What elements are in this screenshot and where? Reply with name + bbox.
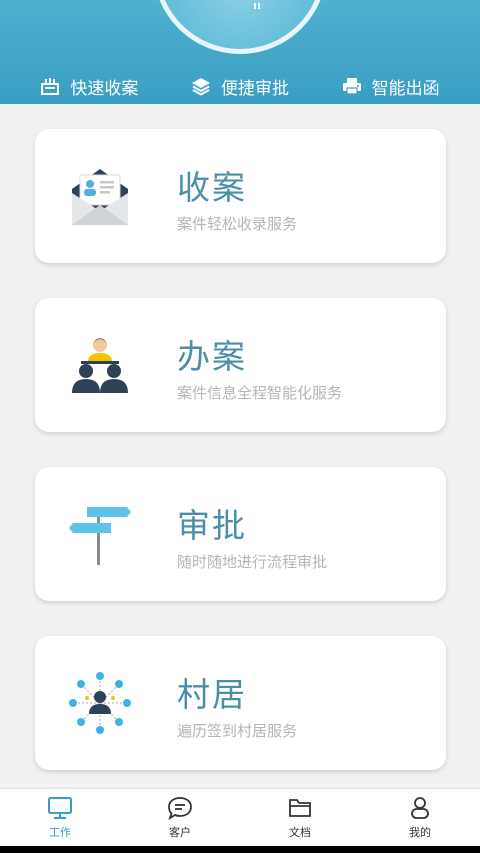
system-nav-strip: [0, 846, 480, 853]
envelope-contact-icon: [72, 169, 128, 225]
logo-circle: [153, 0, 327, 54]
receipt-icon: [41, 78, 60, 95]
people-meeting-icon: [72, 338, 128, 393]
quick-item-label: 快速收案: [70, 78, 139, 99]
network-user-icon: [69, 672, 131, 734]
card-village[interactable]: 村居 遍历签到村居服务: [35, 636, 446, 770]
card-description: 随时随地进行流程审批: [177, 553, 328, 571]
card-description: 遍历签到村居服务: [177, 722, 298, 740]
card-description: 案件信息全程智能化服务: [177, 384, 343, 402]
card-title: 村居: [177, 675, 247, 714]
folder-icon: [289, 799, 311, 817]
layers-icon: [191, 78, 210, 96]
tab-label: 客户: [169, 826, 191, 839]
tab-profile[interactable]: 我的: [360, 795, 480, 840]
quick-item-label: 智能出函: [371, 78, 440, 99]
card-handle-case[interactable]: 办案 案件信息全程智能化服务: [35, 298, 446, 432]
tab-documents[interactable]: 文档: [240, 795, 360, 840]
card-title: 收案: [177, 168, 247, 207]
tab-label: 我的: [409, 826, 431, 839]
header-banner: 快速收案 便捷审批 智能出函: [0, 0, 480, 104]
quick-item-label: 便捷审批: [220, 78, 289, 99]
card-title: 审批: [177, 506, 247, 545]
signpost-icon: [69, 507, 131, 565]
tab-work[interactable]: 工作: [0, 795, 120, 840]
card-description: 案件轻松收录服务: [177, 215, 298, 233]
card-title: 办案: [177, 337, 247, 376]
tab-label: 工作: [49, 826, 71, 839]
monitor-icon: [48, 797, 72, 819]
quick-action-bar: 快速收案 便捷审批 智能出函: [0, 70, 480, 102]
bottom-tab-bar: 工作 客户 文档 我的: [0, 788, 480, 846]
printer-icon: [342, 78, 361, 95]
module-card-list: 收案 案件轻松收录服务 办案 案件信息全程智能化服务 审批 随时随地进行流程审批: [0, 104, 480, 788]
tab-label: 文档: [289, 826, 311, 839]
chat-icon: [168, 797, 192, 821]
tab-clients[interactable]: 客户: [120, 795, 240, 840]
user-icon: [411, 797, 429, 819]
smart-letter-button[interactable]: 智能出函: [342, 74, 440, 99]
card-approval[interactable]: 审批 随时随地进行流程审批: [35, 467, 446, 601]
quick-approval-button[interactable]: 便捷审批: [191, 74, 289, 99]
card-receive-case[interactable]: 收案 案件轻松收录服务: [35, 129, 446, 263]
quick-receive-case-button[interactable]: 快速收案: [40, 74, 138, 99]
logo-mark: [254, 3, 260, 9]
